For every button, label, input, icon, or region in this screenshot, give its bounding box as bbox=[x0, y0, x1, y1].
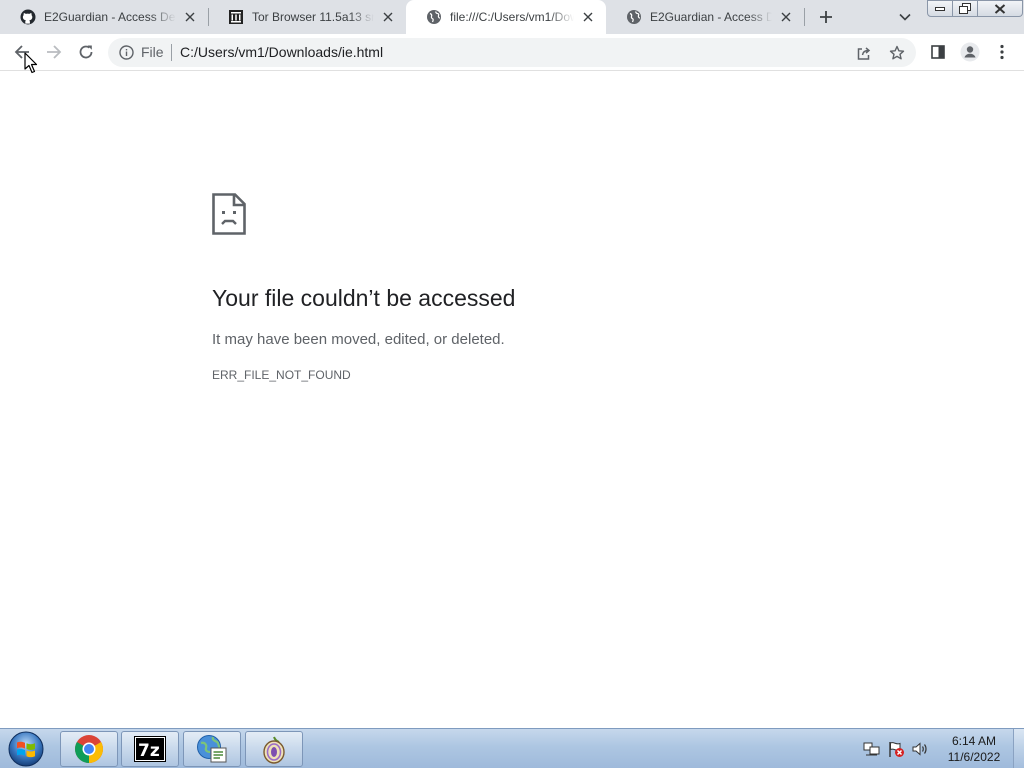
share-icon[interactable] bbox=[854, 43, 874, 63]
arrow-right-icon bbox=[47, 45, 62, 59]
tab-strip: E2Guardian - Access Denied Tor Browser 1… bbox=[0, 0, 1024, 34]
start-button[interactable] bbox=[6, 730, 46, 768]
taskbar-network[interactable] bbox=[183, 731, 241, 767]
taskbar-chrome[interactable] bbox=[60, 731, 118, 767]
taskbar-tor-browser[interactable] bbox=[245, 731, 303, 767]
taskbar-7zip[interactable]: 7z bbox=[121, 731, 179, 767]
new-tab-button[interactable] bbox=[814, 5, 838, 29]
network-tray-icon[interactable] bbox=[862, 739, 882, 759]
clock-time: 6:14 AM bbox=[951, 734, 997, 748]
tab-title: E2Guardian - Access Denied bbox=[650, 10, 772, 24]
error-heading: Your file couldn’t be accessed bbox=[212, 285, 516, 311]
error-code: ERR_FILE_NOT_FOUND bbox=[212, 368, 351, 382]
close-icon[interactable] bbox=[580, 9, 596, 25]
restore-icon bbox=[959, 3, 971, 14]
url-text: C:/Users/vm1/Downloads/ie.html bbox=[180, 44, 384, 60]
page-content: Your file couldn’t be accessed It may ha… bbox=[0, 71, 1024, 728]
toolbar: File C:/Users/vm1/Downloads/ie.html bbox=[0, 34, 1024, 71]
kebab-menu-icon bbox=[1000, 44, 1004, 60]
taskbar: 7z 6:14 AM 11/6/2022 bbox=[0, 728, 1024, 768]
reload-icon bbox=[79, 45, 93, 59]
minimize-icon bbox=[935, 6, 945, 11]
menu-button[interactable] bbox=[988, 38, 1016, 66]
chrome-icon bbox=[75, 735, 103, 763]
show-desktop-button[interactable] bbox=[1013, 729, 1024, 768]
taskbar-clock[interactable]: 6:14 AM 11/6/2022 bbox=[938, 733, 1010, 765]
action-center-flag-icon[interactable] bbox=[886, 739, 906, 759]
reload-button[interactable] bbox=[72, 38, 100, 66]
profile-button[interactable] bbox=[956, 38, 984, 66]
close-window-button[interactable] bbox=[978, 0, 1023, 17]
tab-tor-browser[interactable]: Tor Browser 11.5a13 snowflake bbox=[208, 0, 406, 34]
error-message: It may have been moved, edited, or delet… bbox=[212, 331, 505, 348]
restore-button[interactable] bbox=[953, 0, 978, 17]
side-panel-button[interactable] bbox=[924, 38, 952, 66]
svg-text:7z: 7z bbox=[138, 741, 160, 761]
forward-button[interactable] bbox=[40, 38, 68, 66]
network-settings-icon bbox=[197, 735, 227, 763]
address-bar[interactable]: File C:/Users/vm1/Downloads/ie.html bbox=[108, 38, 916, 67]
archive-icon bbox=[228, 9, 244, 25]
globe-icon bbox=[626, 9, 642, 25]
bookmark-star-icon[interactable] bbox=[887, 43, 907, 63]
chevron-down-icon bbox=[899, 13, 911, 21]
avatar-icon bbox=[960, 42, 980, 62]
omnibox-divider bbox=[171, 44, 172, 61]
github-icon bbox=[20, 9, 36, 25]
tab-file-active[interactable]: file:///C:/Users/vm1/Downloads/ie.html bbox=[406, 0, 606, 34]
window-controls bbox=[927, 0, 1023, 18]
tab-title: Tor Browser 11.5a13 snowflake bbox=[252, 10, 374, 24]
7zip-icon: 7z bbox=[134, 736, 166, 762]
tab-e2guardian-1[interactable]: E2Guardian - Access Denied bbox=[0, 0, 208, 34]
tab-separator bbox=[804, 8, 805, 26]
tab-title: E2Guardian - Access Denied bbox=[44, 10, 176, 24]
mouse-cursor-icon bbox=[24, 52, 38, 74]
security-chip-label: File bbox=[141, 44, 164, 60]
sad-file-icon bbox=[212, 193, 246, 235]
screen: E2Guardian - Access Denied Tor Browser 1… bbox=[0, 0, 1024, 768]
tab-e2guardian-2[interactable]: E2Guardian - Access Denied bbox=[606, 0, 804, 34]
close-icon[interactable] bbox=[778, 9, 794, 25]
close-icon[interactable] bbox=[182, 9, 198, 25]
close-icon bbox=[994, 3, 1006, 14]
system-tray bbox=[862, 729, 934, 768]
windows-logo-icon bbox=[8, 731, 44, 767]
globe-icon bbox=[426, 9, 442, 25]
info-icon[interactable] bbox=[118, 44, 135, 61]
close-icon[interactable] bbox=[380, 9, 396, 25]
plus-icon bbox=[820, 11, 832, 23]
minimize-button[interactable] bbox=[927, 0, 953, 17]
tor-browser-icon bbox=[263, 736, 285, 764]
tab-search-button[interactable] bbox=[893, 5, 917, 29]
clock-date: 11/6/2022 bbox=[947, 750, 1001, 764]
tab-title: file:///C:/Users/vm1/Downloads/ie.html bbox=[450, 10, 574, 24]
speaker-icon[interactable] bbox=[910, 739, 930, 759]
side-panel-icon bbox=[931, 45, 945, 59]
